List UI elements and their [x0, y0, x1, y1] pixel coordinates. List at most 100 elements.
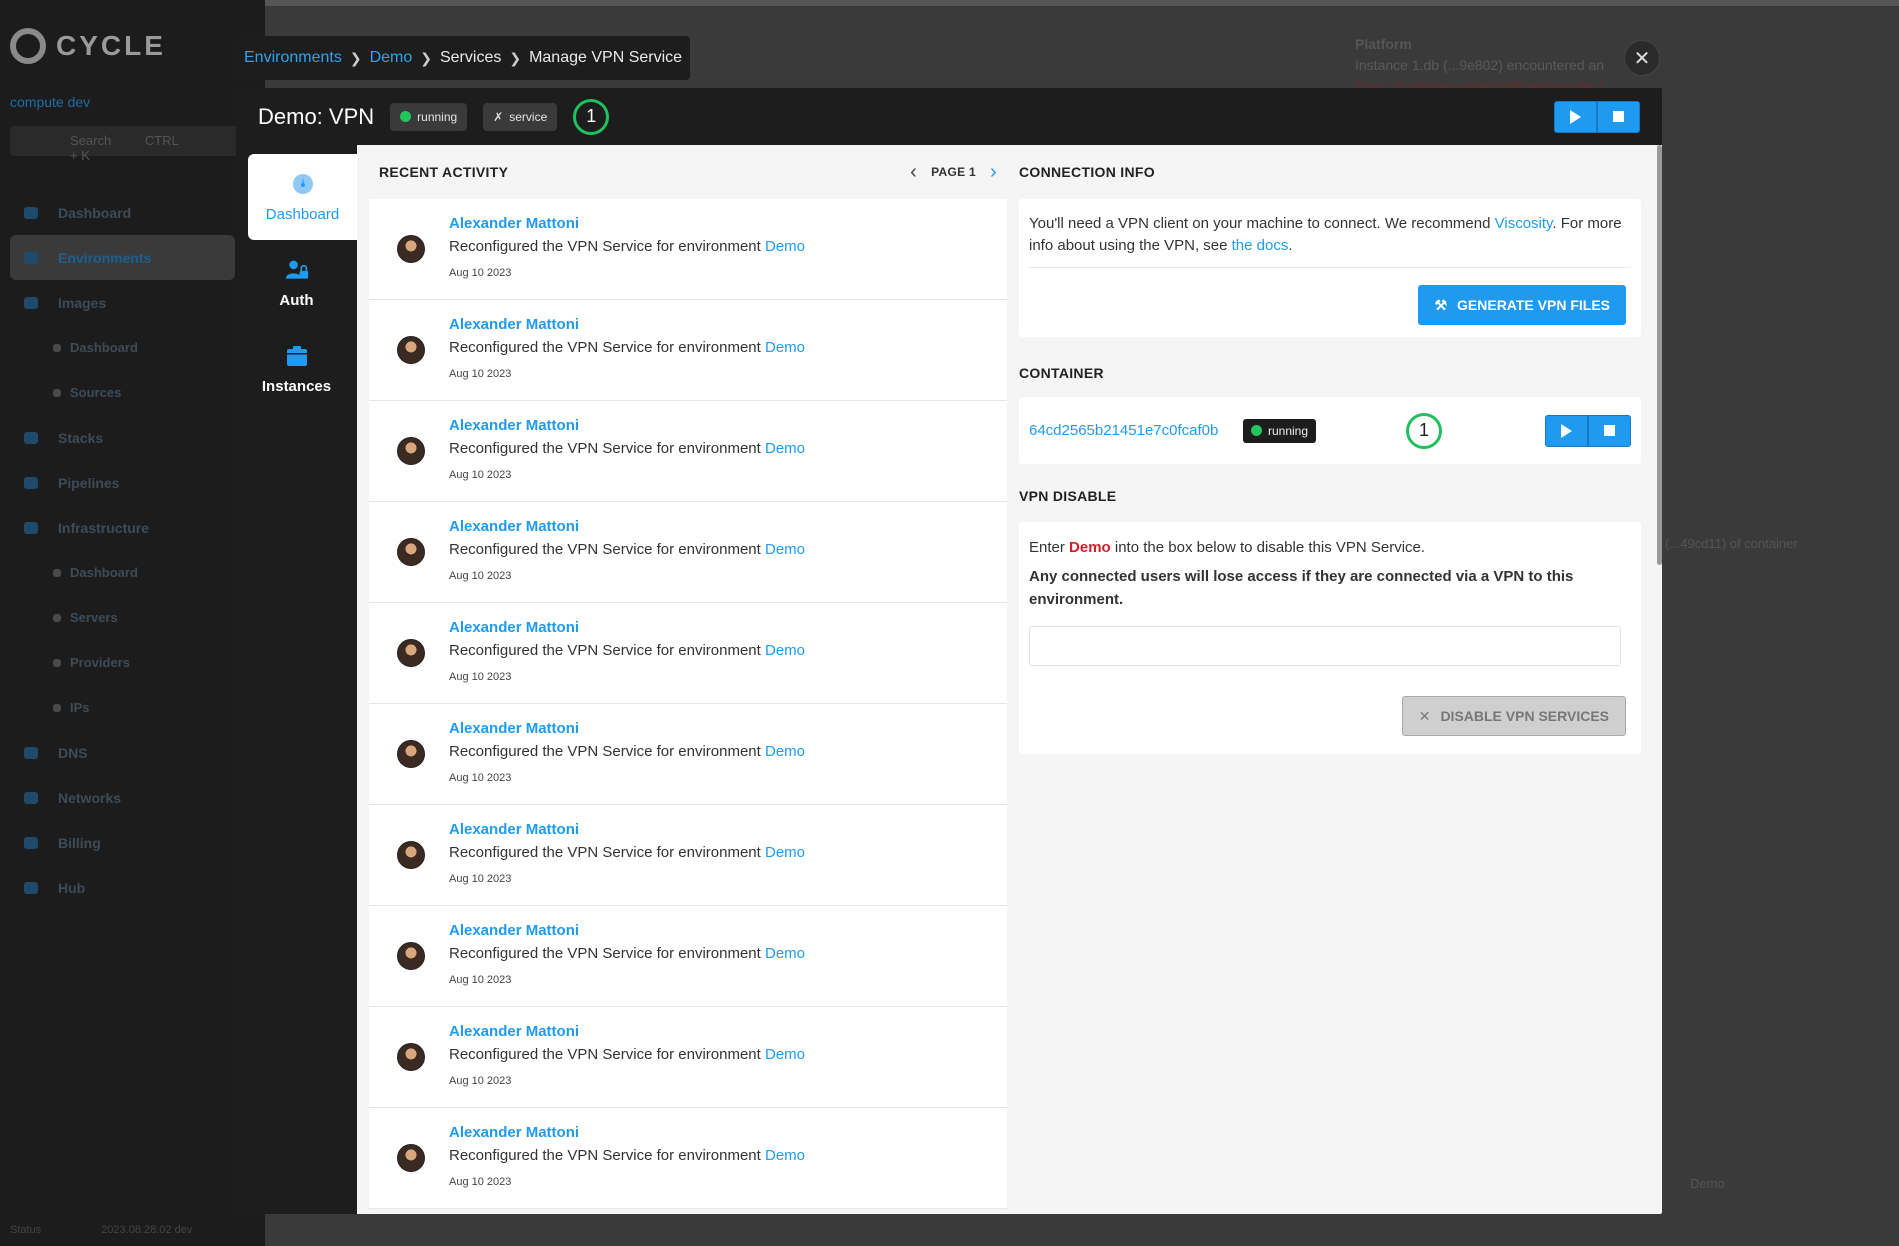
sidebar-item-label: IPs	[70, 700, 90, 715]
background-side-text: (...49cd11) of container	[1665, 536, 1798, 551]
sidebar-item-label: Networks	[58, 789, 122, 806]
sidebar-item[interactable]: IPs	[0, 685, 245, 730]
disable-instructions: Enter Demo into the box below to disable…	[1029, 536, 1631, 559]
sidebar-item[interactable]: Hub	[0, 865, 245, 910]
page-label: PAGE 1	[931, 165, 977, 179]
viscosity-link[interactable]: Viscosity	[1495, 215, 1553, 232]
activity-text: Reconfigured the VPN Service for environ…	[449, 238, 765, 255]
activity-user-link[interactable]: Alexander Mattoni	[449, 1023, 579, 1040]
sidebar-item[interactable]: Billing	[0, 820, 245, 865]
sidebar-item[interactable]: Environments	[10, 235, 235, 280]
activity-user-link[interactable]: Alexander Mattoni	[449, 619, 579, 636]
stop-container-button[interactable]	[1588, 414, 1631, 447]
sidebar-item-label: Dashboard	[58, 204, 132, 221]
breadcrumb-environments[interactable]: Environments	[244, 49, 342, 67]
tab-dashboard[interactable]: Dashboard	[248, 154, 357, 240]
activity-environment-link[interactable]: Demo	[765, 743, 805, 760]
chevron-left-icon[interactable]: ‹	[910, 161, 917, 184]
background-side-text-2: Demo	[1690, 1176, 1725, 1191]
activity-user-link[interactable]: Alexander Mattoni	[449, 215, 579, 232]
sidebar-item-label: Images	[58, 294, 107, 311]
stop-icon	[1604, 425, 1615, 436]
disable-vpn-button[interactable]: ✕ DISABLE VPN SERVICES	[1401, 696, 1626, 736]
sidebar-item[interactable]: Pipelines	[0, 460, 245, 505]
stop-service-button[interactable]	[1597, 100, 1640, 133]
box-icon	[285, 344, 309, 368]
breadcrumb-demo[interactable]: Demo	[370, 49, 413, 67]
activity-environment-link[interactable]: Demo	[765, 238, 805, 255]
sidebar-item[interactable]: Stacks	[0, 415, 245, 460]
container-header: CONTAINER	[1019, 349, 1641, 397]
recent-activity-header: RECENT ACTIVITY ‹ PAGE 1 ›	[369, 145, 1007, 199]
sidebar-item[interactable]: DNS	[0, 730, 245, 775]
modal-title: Demo: VPN	[258, 103, 375, 129]
nav-icon	[53, 343, 61, 352]
activity-environment-link[interactable]: Demo	[765, 541, 805, 558]
container-card: 64cd2565b21451e7c0fcaf0b running 1	[1019, 397, 1641, 464]
activity-environment-link[interactable]: Demo	[765, 945, 805, 962]
chevron-right-icon[interactable]: ›	[990, 161, 997, 184]
disable-confirm-input[interactable]	[1029, 626, 1621, 666]
sidebar-item-label: Stacks	[58, 429, 104, 446]
nav-icon	[24, 476, 38, 489]
wrench-icon: ✗	[493, 109, 504, 124]
activity-user-link[interactable]: Alexander Mattoni	[449, 922, 579, 939]
activity-user-link[interactable]: Alexander Mattoni	[449, 518, 579, 535]
nav-icon	[53, 613, 61, 622]
nav-icon	[53, 388, 61, 397]
instance-count-indicator: 1	[573, 98, 610, 135]
avatar	[397, 437, 425, 465]
container-instance-count: 1	[1406, 412, 1443, 449]
sidebar-item-label: Sources	[70, 385, 122, 400]
sidebar-item[interactable]: Sources	[0, 370, 245, 415]
start-container-button[interactable]	[1545, 414, 1588, 447]
activity-date: Aug 10 2023	[449, 469, 512, 481]
sidebar-item[interactable]: Providers	[0, 640, 245, 685]
start-service-button[interactable]	[1554, 100, 1597, 133]
play-icon	[1561, 423, 1572, 438]
sidebar-item-label: Dashboard	[70, 565, 138, 580]
sidebar-item[interactable]: Dashboard	[0, 325, 245, 370]
activity-list: Alexander Mattoni Reconfigured the VPN Se…	[369, 199, 1007, 1209]
activity-user-link[interactable]: Alexander Mattoni	[449, 417, 579, 434]
tab-auth[interactable]: Auth	[236, 240, 357, 326]
sidebar-item[interactable]: Dashboard	[0, 190, 245, 235]
activity-message: Reconfigured the VPN Service for environ…	[449, 339, 805, 356]
activity-user-link[interactable]: Alexander Mattoni	[449, 316, 579, 333]
activity-environment-link[interactable]: Demo	[765, 1046, 805, 1063]
content-scrollbar[interactable]	[1657, 145, 1662, 565]
connection-info-title: CONNECTION INFO	[1019, 164, 1155, 180]
vpn-disable-header: VPN DISABLE	[1019, 470, 1641, 522]
activity-environment-link[interactable]: Demo	[765, 440, 805, 457]
activity-date: Aug 10 2023	[449, 974, 512, 986]
activity-user-link[interactable]: Alexander Mattoni	[449, 821, 579, 838]
activity-message: Reconfigured the VPN Service for environ…	[449, 743, 805, 760]
activity-date: Aug 10 2023	[449, 570, 512, 582]
activity-environment-link[interactable]: Demo	[765, 1147, 805, 1164]
tab-instances[interactable]: Instances	[236, 326, 357, 412]
sidebar-item[interactable]: Servers	[0, 595, 245, 640]
activity-user-link[interactable]: Alexander Mattoni	[449, 720, 579, 737]
container-id-link[interactable]: 64cd2565b21451e7c0fcaf0b	[1029, 422, 1243, 439]
activity-environment-link[interactable]: Demo	[765, 844, 805, 861]
activity-environment-link[interactable]: Demo	[765, 339, 805, 356]
close-modal-button[interactable]: ✕	[1624, 40, 1660, 76]
activity-environment-link[interactable]: Demo	[765, 642, 805, 659]
sidebar-item[interactable]: Networks	[0, 775, 245, 820]
nav-icon	[53, 703, 61, 712]
connection-info-text: You'll need a VPN client on your machine…	[1029, 213, 1631, 257]
activity-message: Reconfigured the VPN Service for environ…	[449, 642, 805, 659]
breadcrumb: Environments ❯ Demo ❯ Services ❯ Manage …	[236, 36, 691, 80]
sidebar-item[interactable]: Dashboard	[0, 550, 245, 595]
avatar	[397, 841, 425, 869]
nav-icon	[24, 251, 38, 264]
activity-text: Reconfigured the VPN Service for environ…	[449, 743, 765, 760]
sidebar-item[interactable]: Infrastructure	[0, 505, 245, 550]
sidebar-item[interactable]: Images	[0, 280, 245, 325]
activity-user-link[interactable]: Alexander Mattoni	[449, 1124, 579, 1141]
docs-link[interactable]: the docs	[1232, 237, 1289, 254]
activity-message: Reconfigured the VPN Service for environ…	[449, 238, 805, 255]
logo-text: CYCLE	[56, 30, 166, 61]
generate-vpn-files-button[interactable]: ⚒ GENERATE VPN FILES	[1418, 285, 1626, 325]
sidebar-search: Search CTRL + K	[10, 126, 245, 163]
